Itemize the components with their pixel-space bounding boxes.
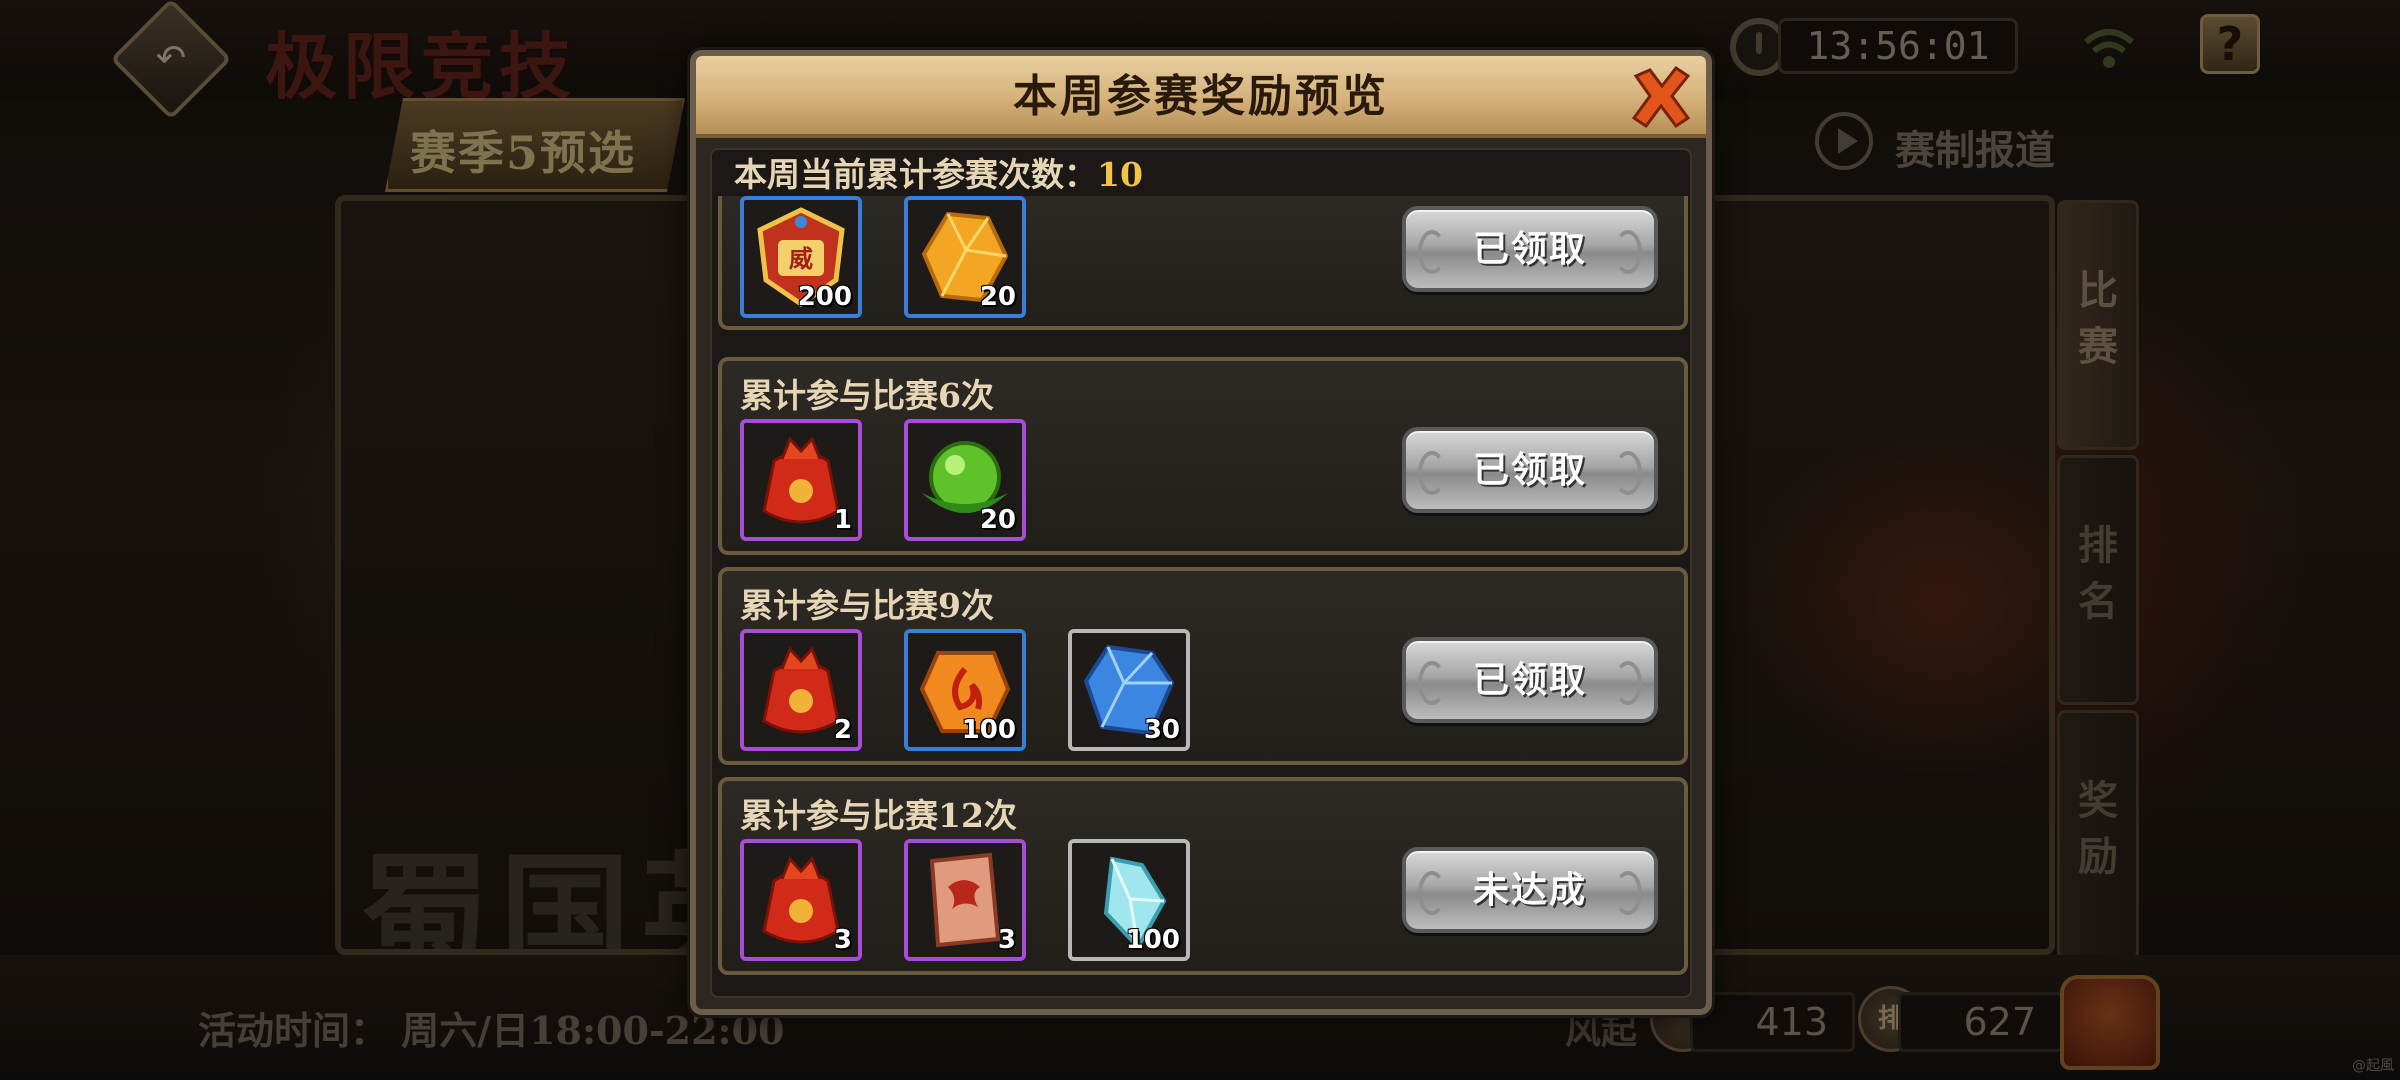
reward-qty: 30 — [1143, 715, 1180, 745]
reward-item[interactable]: 1 — [740, 419, 862, 541]
reward-tier-1: 威 200 20 已领取 — [718, 196, 1688, 330]
reward-item[interactable]: 20 — [904, 196, 1026, 318]
reward-qty: 1 — [833, 505, 852, 535]
participation-count-value: 10 — [1097, 155, 1143, 194]
reward-tier-4: 累计参与比赛12次 3 3 100 未达成 — [718, 777, 1688, 975]
reward-tier-3: 累计参与比赛9次 2 100 30 已领取 — [718, 567, 1688, 765]
reward-item[interactable]: 100 — [1068, 839, 1190, 961]
reward-tier-2: 累计参与比赛6次 1 20 已领取 — [718, 357, 1688, 555]
reward-item[interactable]: 100 — [904, 629, 1026, 751]
reward-item[interactable]: 3 — [740, 839, 862, 961]
reward-qty: 200 — [797, 282, 852, 312]
tier-label: 累计参与比赛12次 — [740, 796, 1017, 835]
reward-qty: 3 — [833, 925, 852, 955]
claimed-button[interactable]: 已领取 — [1402, 427, 1658, 513]
reward-item[interactable]: 威 200 — [740, 196, 862, 318]
reward-preview-dialog: 本周参赛奖励预览 本周当前累计参赛次数：10 威 200 20 已领取 累计参与… — [690, 50, 1712, 1015]
close-button[interactable] — [1626, 62, 1696, 132]
reward-item[interactable]: 3 — [904, 839, 1026, 961]
reward-qty: 100 — [1125, 925, 1180, 955]
claimed-button[interactable]: 已领取 — [1402, 206, 1658, 292]
reward-qty: 20 — [979, 505, 1016, 535]
reward-item[interactable]: 30 — [1068, 629, 1190, 751]
not-achieved-button[interactable]: 未达成 — [1402, 847, 1658, 933]
tier-label: 累计参与比赛9次 — [740, 586, 994, 625]
svg-text:威: 威 — [789, 244, 813, 273]
dialog-title: 本周参赛奖励预览 — [1013, 71, 1389, 122]
close-icon — [1631, 65, 1691, 129]
reward-item[interactable]: 20 — [904, 419, 1026, 541]
claimed-button[interactable]: 已领取 — [1402, 637, 1658, 723]
reward-qty: 3 — [997, 925, 1016, 955]
reward-item[interactable]: 2 — [740, 629, 862, 751]
participation-count-label: 本周当前累计参赛次数： — [734, 155, 1097, 194]
participation-count: 本周当前累计参赛次数：10 — [734, 148, 1143, 196]
tier-label: 累计参与比赛6次 — [740, 376, 994, 415]
reward-qty: 100 — [961, 715, 1016, 745]
reward-qty: 2 — [833, 715, 852, 745]
reward-qty: 20 — [979, 282, 1016, 312]
